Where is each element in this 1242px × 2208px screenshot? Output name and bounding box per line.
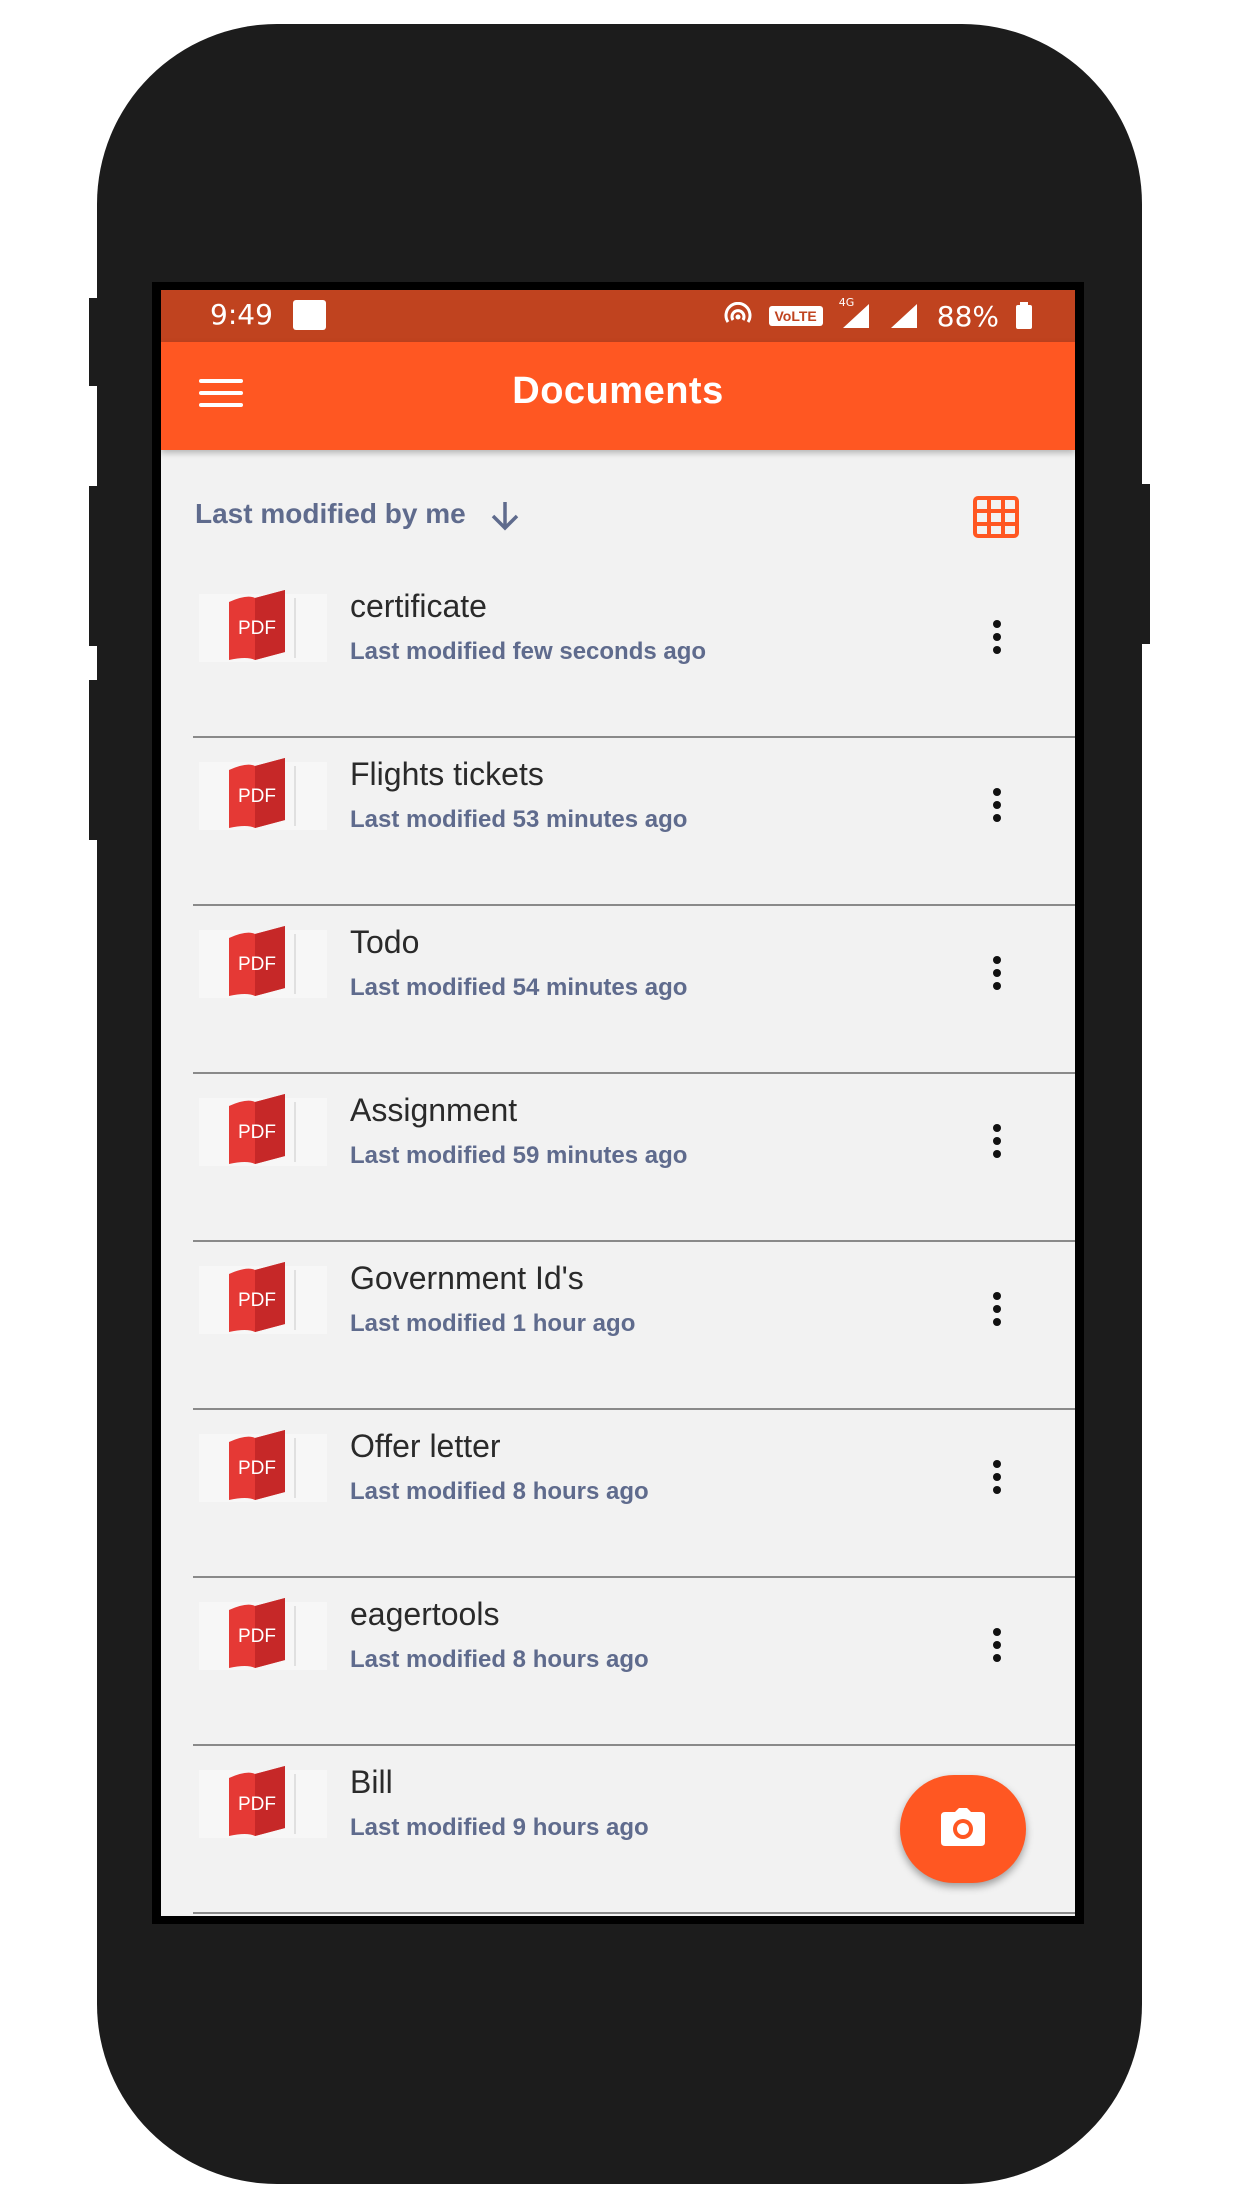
signal-icon: 4G — [839, 296, 873, 330]
more-options-icon[interactable] — [987, 1460, 1007, 1500]
pdf-icon-label: PDF — [238, 1290, 276, 1311]
document-title: eagertools — [350, 1596, 500, 1632]
status-time: 9:49 — [210, 298, 273, 331]
sort-label[interactable]: Last modified by me — [195, 498, 466, 530]
signal-icon-2 — [890, 304, 917, 328]
document-title: Assignment — [350, 1092, 518, 1128]
pdf-icon-label: PDF — [238, 786, 276, 807]
document-modified: Last modified 9 hours ago — [350, 1814, 649, 1841]
battery-icon — [1016, 302, 1032, 329]
pdf-file-icon: PDF — [199, 1094, 327, 1166]
phone-side-button-left-2 — [89, 486, 101, 646]
document-title: Bill — [350, 1764, 393, 1800]
pdf-icon-label: PDF — [238, 954, 276, 975]
document-modified: Last modified 59 minutes ago — [350, 1142, 688, 1169]
phone-side-button-right — [1138, 484, 1150, 644]
pdf-file-icon: PDF — [199, 1766, 327, 1838]
pdf-icon-label: PDF — [238, 1794, 276, 1815]
document-modified: Last modified 53 minutes ago — [350, 806, 688, 833]
camera-button[interactable] — [900, 1775, 1026, 1883]
document-modified: Last modified 8 hours ago — [350, 1646, 649, 1673]
phone-side-button-left-3 — [89, 680, 101, 840]
document-modified: Last modified 1 hour ago — [350, 1310, 636, 1337]
hotspot-icon — [724, 302, 751, 323]
status-icons: VoLTE 4G 88% — [723, 296, 1034, 336]
pdf-file-icon: PDF — [199, 926, 327, 998]
document-list: PDF certificate Last modified few seconds … — [161, 570, 1075, 1914]
pdf-file-icon: PDF — [199, 1262, 327, 1334]
volte-badge: VoLTE — [768, 306, 823, 326]
list-item[interactable]: PDF eagertools Last modified 8 hours ago — [161, 1578, 1075, 1746]
document-modified: Last modified 8 hours ago — [350, 1478, 649, 1505]
document-title: Government Id's — [350, 1260, 584, 1296]
pdf-file-icon: PDF — [199, 1430, 327, 1502]
list-item[interactable]: PDF Todo Last modified 54 minutes ago — [161, 906, 1075, 1074]
list-item[interactable]: PDF Government Id's Last modified 1 hour a… — [161, 1242, 1075, 1410]
notification-icon — [293, 300, 326, 330]
pdf-icon-label: PDF — [238, 1626, 276, 1647]
screen: 9:49 VoLTE 4G 88% Documents Last modifie… — [161, 290, 1075, 1916]
pdf-file-icon: PDF — [199, 1598, 327, 1670]
pdf-file-icon: PDF — [199, 758, 327, 830]
more-options-icon[interactable] — [987, 1628, 1007, 1668]
document-modified: Last modified 54 minutes ago — [350, 974, 688, 1001]
document-modified: Last modified few seconds ago — [350, 638, 707, 665]
app-bar: Documents — [161, 342, 1075, 450]
pdf-icon-label: PDF — [238, 1458, 276, 1479]
arrow-down-icon[interactable] — [487, 498, 523, 534]
document-title: Flights tickets — [350, 756, 544, 792]
more-options-icon[interactable] — [987, 1124, 1007, 1164]
list-item[interactable]: PDF Offer letter Last modified 8 hours ago — [161, 1410, 1075, 1578]
document-title: Todo — [350, 924, 420, 960]
camera-icon — [941, 1808, 985, 1846]
net-type-label: 4G — [838, 296, 855, 309]
more-options-icon[interactable] — [987, 956, 1007, 996]
pdf-icon-label: PDF — [238, 1122, 276, 1143]
page-title: Documents — [512, 370, 724, 412]
pdf-file-icon: PDF — [199, 590, 327, 662]
more-options-icon[interactable] — [987, 788, 1007, 828]
more-options-icon[interactable] — [987, 1292, 1007, 1332]
document-title: Offer letter — [350, 1428, 501, 1464]
list-item[interactable]: PDF Assignment Last modified 59 minutes ag… — [161, 1074, 1075, 1242]
grid-view-icon[interactable] — [973, 496, 1019, 538]
more-options-icon[interactable] — [987, 620, 1007, 660]
list-item[interactable]: PDF Flights tickets Last modified 53 minut… — [161, 738, 1075, 906]
divider — [193, 1912, 1075, 1914]
pdf-icon-label: PDF — [238, 618, 276, 639]
phone-side-button-left-1 — [89, 298, 101, 386]
status-bar: 9:49 VoLTE 4G 88% — [161, 290, 1075, 342]
list-item[interactable]: PDF certificate Last modified few seconds … — [161, 570, 1075, 738]
battery-percent: 88% — [936, 299, 999, 333]
document-title: certificate — [350, 588, 487, 624]
